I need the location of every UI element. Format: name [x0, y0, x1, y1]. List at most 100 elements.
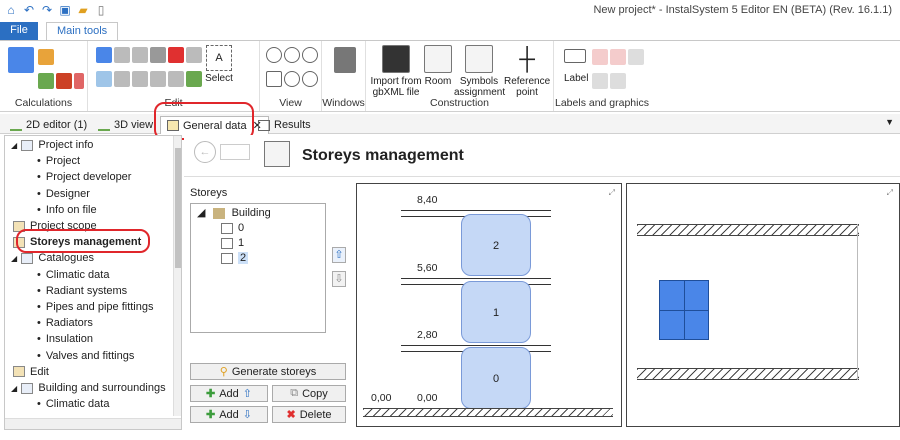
tab-2d-editor[interactable]: 2D editor (1)	[4, 116, 93, 134]
generate-storeys-button[interactable]: ⚲ Generate storeys	[190, 363, 346, 380]
tree-item[interactable]: Project	[37, 154, 80, 169]
storeys-icon	[264, 141, 290, 167]
select-icon[interactable]: A	[206, 45, 232, 71]
storey-root[interactable]: ◢ Building	[197, 206, 271, 221]
select-button[interactable]: Select	[198, 73, 240, 84]
tree-item[interactable]: Insulation	[37, 332, 93, 347]
results-icon[interactable]	[38, 73, 54, 89]
options-icon[interactable]	[38, 49, 54, 65]
horizontal-scrollbar[interactable]	[5, 418, 181, 429]
zoom-extents-icon[interactable]	[266, 71, 282, 87]
windows-icon[interactable]	[334, 47, 356, 73]
chart-icon[interactable]	[74, 73, 84, 89]
rotate-icon[interactable]	[96, 71, 112, 87]
zoom-previous-icon[interactable]	[302, 71, 318, 87]
room-block[interactable]	[659, 280, 709, 340]
storey-block[interactable]: 2	[461, 214, 531, 276]
storey-block[interactable]: 1	[461, 281, 531, 343]
expand-icon[interactable]: ⤢	[887, 188, 893, 198]
tab-file[interactable]: File	[0, 22, 38, 40]
new-file-icon[interactable]: ▯	[94, 3, 108, 17]
undo-icon[interactable]	[96, 47, 112, 63]
tree-item[interactable]: Designer	[37, 187, 90, 202]
image-icon[interactable]	[592, 49, 608, 65]
redo-icon[interactable]: ↷	[40, 3, 54, 17]
symbols-assignment-button[interactable]: Symbols assignment	[454, 45, 505, 98]
align-icon[interactable]	[114, 71, 130, 87]
section-view: ⤢ 8,40 2 5,60 1 2,80 0 0,00 0,00	[356, 183, 622, 427]
group-construction: Import from gbXML file Room Symbols assi…	[366, 41, 554, 111]
save-icon[interactable]: ▣	[58, 3, 72, 17]
expand-icon[interactable]: ◢	[197, 207, 205, 219]
room-button[interactable]: Room	[422, 45, 454, 87]
tab-results[interactable]: Results	[252, 116, 317, 134]
properties-icon[interactable]	[168, 71, 184, 87]
delete-icon[interactable]	[168, 47, 184, 63]
label-icon[interactable]	[564, 49, 586, 63]
storey-item[interactable]: 0	[221, 221, 244, 236]
group-label: Calculations	[14, 97, 73, 109]
import-gbxml-button[interactable]: Import from gbXML file	[370, 45, 422, 98]
tree-item[interactable]: Radiant systems	[37, 284, 127, 299]
tree-item[interactable]: Pipes and pipe fittings	[37, 300, 154, 315]
tree-item[interactable]: Edit	[11, 365, 49, 380]
back-icon[interactable]: ←	[194, 141, 216, 163]
legend-icon[interactable]	[610, 73, 626, 89]
storey-item[interactable]: 1	[221, 236, 244, 251]
cut-icon[interactable]	[150, 47, 166, 63]
overview-icon[interactable]	[220, 144, 250, 160]
table-icon[interactable]	[628, 49, 644, 65]
move-icon[interactable]	[186, 47, 202, 63]
zoom-out-icon[interactable]	[284, 47, 300, 63]
mirror-icon[interactable]	[132, 71, 148, 87]
expand-icon[interactable]: ◢	[11, 141, 19, 150]
scale-icon[interactable]	[150, 71, 166, 87]
reference-point-button[interactable]: ┼ Reference point	[504, 45, 550, 98]
move-up-button[interactable]: ⇧	[332, 247, 346, 263]
tree-item[interactable]: ◢ Project info	[11, 138, 93, 153]
delete-button[interactable]: ✖ Delete	[272, 406, 346, 423]
undo-icon[interactable]: ↶	[22, 3, 36, 17]
tree-item[interactable]: Climatic data	[37, 397, 110, 412]
room-icon	[424, 45, 452, 73]
copy-icon[interactable]	[114, 47, 130, 63]
text-icon[interactable]	[610, 49, 626, 65]
frame-icon[interactable]	[592, 73, 608, 89]
vertical-scrollbar[interactable]	[173, 136, 181, 416]
tree-item[interactable]: ◢ Building and surroundings	[11, 381, 166, 396]
tab-main-tools[interactable]: Main tools	[46, 22, 119, 40]
scroll-thumb[interactable]	[175, 148, 181, 268]
tree-item[interactable]: Project developer	[37, 170, 132, 185]
zoom-all-icon[interactable]	[284, 71, 300, 87]
chevron-down-icon[interactable]: ▼	[885, 117, 894, 127]
tree-item[interactable]: Climatic data	[37, 268, 110, 283]
label-button[interactable]: Label	[564, 73, 588, 84]
level-label: 8,40	[417, 194, 438, 206]
report-icon[interactable]	[56, 73, 72, 89]
expand-icon[interactable]: ◢	[11, 254, 19, 263]
tree-item[interactable]: ◢ Catalogues	[11, 251, 94, 266]
page-icon	[13, 366, 25, 378]
expand-icon[interactable]: ◢	[11, 384, 19, 393]
calculations-icon[interactable]	[8, 47, 34, 73]
home-icon[interactable]: ⌂	[4, 3, 18, 17]
open-folder-icon[interactable]: ▰	[76, 3, 90, 17]
storey-block[interactable]: 0	[461, 347, 531, 409]
group-label: Construction	[430, 97, 489, 109]
move-down-button[interactable]: ⇩	[332, 271, 346, 287]
tree-item[interactable]: Valves and fittings	[37, 349, 134, 364]
tree-item[interactable]: Info on file	[37, 203, 97, 218]
paste-icon[interactable]	[132, 47, 148, 63]
storey-item-selected[interactable]: 2	[221, 251, 249, 266]
zoom-in-icon[interactable]	[266, 47, 282, 63]
tab-3d-view[interactable]: 3D view	[92, 116, 159, 134]
zoom-window-icon[interactable]	[302, 47, 318, 63]
level-label: 0,00	[371, 392, 392, 404]
add-above-button[interactable]: ✚ Add ⇧	[190, 385, 268, 402]
copy-button[interactable]: ⧉ Copy	[272, 385, 346, 402]
tree-item-label: Edit	[30, 365, 49, 378]
expand-icon[interactable]: ⤢	[609, 188, 615, 198]
add-below-button[interactable]: ✚ Add ⇩	[190, 406, 268, 423]
building-icon	[212, 207, 225, 219]
tree-item[interactable]: Radiators	[37, 316, 93, 331]
